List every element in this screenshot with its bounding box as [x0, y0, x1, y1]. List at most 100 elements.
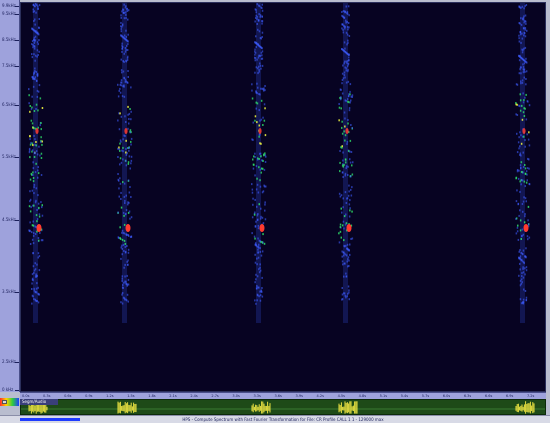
spectral-energy-dot	[31, 43, 33, 46]
spectral-energy-dot	[260, 37, 262, 40]
spectral-energy-dot	[120, 84, 123, 87]
frequency-tick-mark	[15, 292, 19, 293]
spectral-energy-dot	[341, 211, 343, 214]
spectral-energy-dot	[519, 33, 522, 36]
frequency-tick-label: 5.5kHz	[2, 154, 16, 159]
spectral-energy-dot	[122, 11, 125, 14]
frequency-tick-label: 0 kHz	[2, 387, 14, 392]
spectral-energy-dot	[36, 153, 39, 156]
spectral-energy-dot	[255, 165, 258, 168]
spectral-energy-dot	[520, 41, 522, 44]
spectral-energy-dot	[520, 66, 522, 69]
spectral-energy-dot	[122, 244, 125, 246]
spectral-energy-dot	[341, 287, 343, 289]
spectral-energy-dot	[519, 93, 521, 96]
spectrogram-canvas	[28, 3, 531, 323]
spectral-energy-dot	[341, 23, 344, 26]
spectral-energy-dot	[349, 209, 351, 212]
peak-intensity-spot	[36, 224, 42, 232]
spectral-energy-dot	[515, 232, 518, 235]
spectral-energy-dot	[127, 278, 130, 281]
spectral-energy-dot	[34, 5, 36, 8]
spectral-energy-dot	[347, 285, 350, 288]
spectrogram-view[interactable]	[20, 2, 546, 392]
spectral-energy-dot	[257, 294, 259, 297]
spectral-energy-dot	[41, 143, 43, 146]
spectral-energy-dot	[341, 224, 344, 227]
spectral-energy-dot	[263, 154, 265, 157]
spectral-energy-dot	[524, 215, 526, 218]
spectral-energy-dot	[40, 141, 42, 144]
spectral-energy-dot	[521, 37, 524, 40]
spectral-energy-dot	[343, 239, 345, 242]
spectral-energy-dot	[33, 73, 35, 76]
spectral-energy-dot	[346, 143, 348, 145]
spectral-energy-dot	[344, 134, 347, 137]
spectral-energy-dot	[36, 300, 38, 303]
spectral-energy-dot	[123, 52, 125, 55]
spectral-energy-dot	[515, 113, 517, 116]
spectral-energy-dot	[338, 241, 341, 244]
spectral-energy-dot	[130, 196, 132, 198]
spectral-energy-dot	[122, 70, 125, 73]
spectral-energy-dot	[120, 21, 122, 24]
spectral-energy-dot	[526, 61, 528, 64]
spectral-energy-dot	[345, 275, 348, 278]
spectral-energy-dot	[523, 135, 525, 138]
spectral-energy-dot	[256, 15, 259, 18]
spectral-energy-dot	[123, 3, 125, 6]
spectral-energy-dot	[520, 166, 522, 169]
spectral-energy-dot	[37, 109, 39, 112]
spectral-energy-dot	[519, 22, 521, 25]
spectral-energy-dot	[40, 122, 42, 124]
spectral-energy-dot	[342, 31, 345, 34]
spectral-energy-dot	[349, 253, 351, 256]
spectral-energy-dot	[528, 167, 530, 170]
toggle-view-button[interactable]	[2, 400, 7, 404]
spectral-energy-dot	[32, 75, 34, 78]
spectral-energy-dot	[258, 13, 260, 16]
spectral-energy-dot	[522, 166, 525, 168]
spectral-energy-dot	[256, 285, 258, 287]
spectral-energy-dot	[525, 83, 527, 86]
spectral-energy-dot	[39, 154, 41, 157]
waveform-track[interactable]	[20, 399, 546, 415]
time-tick-label: 2.1s	[169, 394, 177, 398]
spectral-energy-dot	[34, 23, 36, 26]
spectral-energy-dot	[33, 36, 36, 39]
spectral-energy-dot	[348, 26, 350, 29]
peak-intensity-spot	[258, 128, 262, 134]
spectral-energy-dot	[256, 275, 259, 278]
spectral-energy-dot	[35, 199, 37, 202]
spectral-energy-dot	[347, 28, 349, 31]
spectral-energy-dot	[255, 302, 257, 305]
spectral-energy-dot	[117, 173, 119, 175]
spectral-energy-dot	[259, 263, 261, 266]
spectral-energy-dot	[256, 18, 258, 21]
spectral-energy-dot	[36, 55, 38, 58]
spectral-energy-dot	[31, 53, 33, 56]
spectral-energy-dot	[33, 287, 35, 290]
spectral-energy-dot	[259, 290, 261, 293]
time-tick-label: 3.0s	[232, 394, 240, 398]
frequency-tick-label: 9.5kHz	[2, 11, 16, 16]
spectral-energy-dot	[522, 71, 525, 74]
spectral-energy-dot	[31, 189, 34, 192]
spectral-energy-dot	[345, 244, 347, 247]
spectral-energy-dot	[347, 5, 350, 8]
spectral-energy-dot	[349, 83, 352, 86]
spectral-energy-dot	[347, 165, 349, 168]
spectral-energy-dot	[40, 128, 42, 131]
spectral-energy-dot	[29, 156, 31, 159]
spectral-energy-dot	[123, 34, 126, 37]
spectral-energy-dot	[261, 7, 263, 10]
spectral-energy-dot	[521, 32, 523, 35]
spectral-energy-dot	[36, 209, 38, 211]
spectral-energy-dot	[125, 280, 127, 283]
spectral-energy-dot	[125, 164, 128, 167]
spectral-energy-dot	[119, 163, 121, 166]
spectral-energy-dot	[348, 298, 350, 301]
spectral-energy-dot	[350, 151, 353, 153]
spectral-energy-dot	[343, 41, 346, 44]
spectral-energy-dot	[521, 5, 524, 8]
